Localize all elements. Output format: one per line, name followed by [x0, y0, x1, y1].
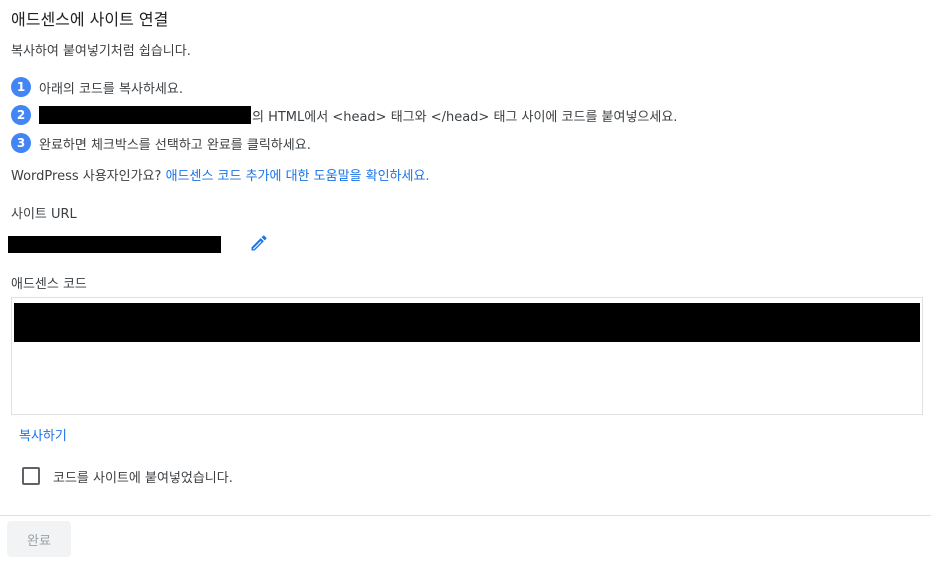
step-number-badge: 2 — [11, 105, 31, 125]
redacted-site-url — [8, 236, 221, 253]
adsense-code-label: 애드센스 코드 — [11, 277, 87, 292]
step-text: 의 HTML에서 <head> 태그와 </head> 태그 사이에 코드를 붙… — [252, 109, 678, 125]
step-3: 3 완료하면 체크박스를 선택하고 완료를 클릭하세요. — [11, 133, 311, 153]
step-number-badge: 1 — [11, 77, 31, 97]
pencil-icon[interactable] — [249, 233, 269, 253]
redacted-adsense-code — [14, 303, 920, 342]
wordpress-help-link[interactable]: 애드센스 코드 추가에 대한 도움말을 확인하세요. — [166, 169, 430, 184]
step-2: 2 의 HTML에서 <head> 태그와 </head> 태그 사이에 코드를… — [11, 105, 677, 125]
copy-code-button[interactable]: 복사하기 — [19, 428, 67, 446]
page-subtitle: 복사하여 붙여넣기처럼 쉽습니다. — [11, 44, 191, 59]
step-text: 완료하면 체크박스를 선택하고 완료를 클릭하세요. — [39, 137, 311, 153]
code-pasted-label: 코드를 사이트에 붙여넣었습니다. — [53, 470, 233, 486]
step-1: 1 아래의 코드를 복사하세요. — [11, 77, 183, 97]
adsense-code-box[interactable] — [11, 297, 923, 415]
page-title: 애드센스에 사이트 연결 — [11, 10, 169, 29]
connect-site-panel: 애드센스에 사이트 연결 복사하여 붙여넣기처럼 쉽습니다. 1 아래의 코드를… — [0, 0, 931, 562]
code-pasted-confirmation: 코드를 사이트에 붙여넣었습니다. — [22, 466, 233, 486]
wordpress-help-line: WordPress 사용자인가요? 애드센스 코드 추가에 대한 도움말을 확인… — [11, 168, 430, 186]
site-url-label: 사이트 URL — [11, 207, 77, 222]
step-text: 아래의 코드를 복사하세요. — [39, 81, 183, 97]
redacted-site-name — [39, 106, 251, 124]
step-number-badge: 3 — [11, 133, 31, 153]
wordpress-question: WordPress 사용자인가요? — [11, 169, 162, 184]
footer-divider — [0, 515, 931, 516]
done-button[interactable]: 완료 — [7, 521, 71, 557]
code-pasted-checkbox[interactable] — [22, 467, 40, 485]
